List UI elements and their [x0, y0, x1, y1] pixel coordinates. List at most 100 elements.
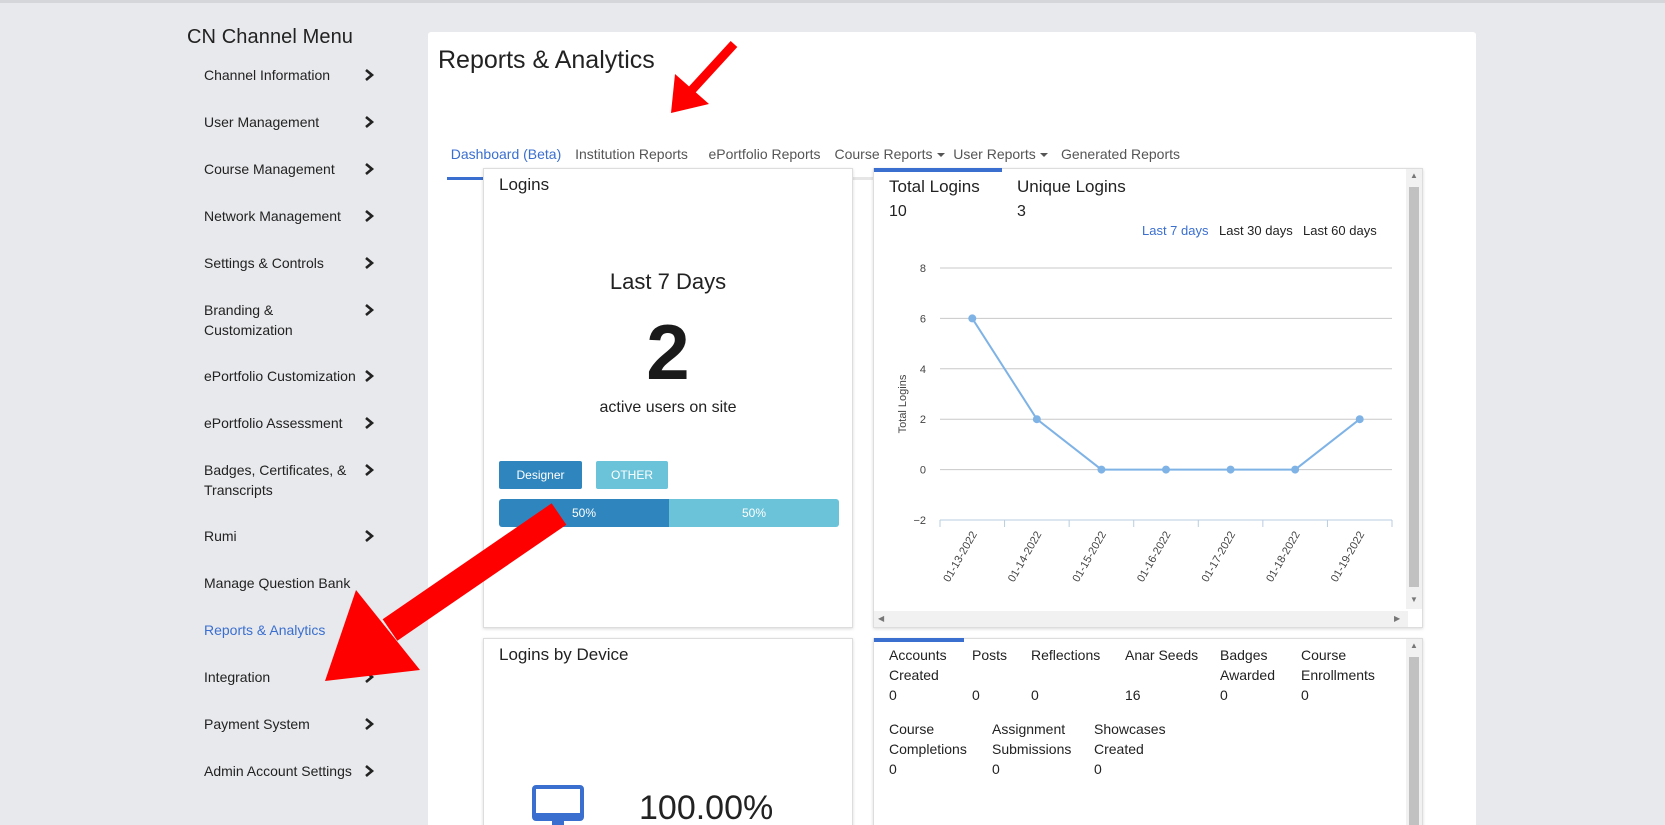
data-point	[968, 314, 977, 323]
tab-label: User Reports	[953, 146, 1036, 162]
stats-vertical-scrollbar[interactable]: ▲	[1406, 639, 1422, 825]
stat-label: Anar Seeds	[1125, 647, 1199, 663]
chevron-right-icon[interactable]	[363, 206, 375, 226]
active-metric-indicator	[874, 168, 1002, 172]
chevron-right-icon[interactable]	[363, 300, 375, 320]
monitor-icon	[532, 785, 584, 825]
stat-label-line2: Created	[889, 667, 939, 683]
scroll-right-icon[interactable]: ▶	[1394, 614, 1400, 623]
sidebar-item-course-management[interactable]: Course Management	[204, 159, 384, 179]
caret-down-icon	[1039, 153, 1048, 158]
sidebar-item-label: Branding &	[204, 302, 274, 318]
total-logins-line-chart: 8 6 4 2 0 −2 Total Logins 01-13-2022 01-14-2022 0…	[897, 263, 1393, 585]
channel-menu-title: CN Channel Menu	[187, 26, 354, 48]
stat-item[interactable]: Anar Seeds 16	[1125, 645, 1198, 705]
sidebar-item-integration[interactable]: Integration	[204, 667, 384, 687]
sidebar-item-channel-information[interactable]: Channel Information	[204, 65, 384, 85]
logins-card: Logins Last 7 Days 2 active users on sit…	[483, 168, 853, 628]
sidebar-item-payment-system[interactable]: Payment System	[204, 714, 384, 734]
stat-item[interactable]: Course Enrollments 0	[1301, 645, 1375, 705]
sidebar-item-reports-and-analytics[interactable]: Reports & Analytics	[204, 620, 384, 640]
sidebar-item-rumi[interactable]: Rumi	[204, 526, 384, 546]
sidebar-item-network-management[interactable]: Network Management	[204, 206, 384, 226]
stat-value: 0	[889, 687, 897, 703]
chevron-right-icon[interactable]	[363, 159, 375, 179]
sidebar-item-eportfolio-customization[interactable]: ePortfolio Customization	[204, 366, 384, 386]
chevron-right-icon[interactable]	[363, 413, 375, 433]
scrollbar-thumb[interactable]	[1409, 187, 1419, 587]
stat-value: 0	[1301, 687, 1309, 703]
scroll-left-icon[interactable]: ◀	[878, 614, 884, 623]
scroll-up-icon[interactable]: ▲	[1410, 641, 1418, 650]
chevron-right-icon[interactable]	[363, 253, 375, 273]
stat-label-line2: Awarded	[1220, 667, 1276, 683]
stat-item[interactable]: Assignment Submissions 0	[992, 719, 1071, 779]
stat-item[interactable]: Showcases Created 0	[1094, 719, 1166, 779]
sidebar-item-label: Reports & Analytics	[204, 622, 326, 638]
sidebar-item-label: Rumi	[204, 528, 237, 544]
total-logins-metric[interactable]: Total Logins 10	[889, 177, 980, 221]
unique-logins-metric[interactable]: Unique Logins 3	[1017, 177, 1126, 221]
x-tick-label: 01-18-2022	[1264, 530, 1303, 585]
range-last-30-days[interactable]: Last 30 days	[1219, 223, 1293, 238]
tab-label: ePortfolio Reports	[708, 146, 821, 162]
chevron-right-icon[interactable]	[363, 761, 375, 781]
role-progress-bar: 50% 50%	[499, 499, 839, 527]
chevron-right-icon[interactable]	[363, 714, 375, 734]
x-tick-label: 01-14-2022	[1006, 530, 1045, 585]
sidebar-item-label: Course Management	[204, 161, 335, 177]
tab-label: Dashboard (Beta)	[450, 146, 562, 162]
total-logins-value: 10	[889, 203, 907, 220]
stat-value: 0	[1031, 687, 1039, 703]
channel-menu: CN Channel Menu Channel Information User …	[187, 26, 397, 779]
y-tick-label: 6	[920, 313, 926, 325]
sidebar-item-manage-question-bank[interactable]: Manage Question Bank	[204, 573, 384, 593]
sidebar-item-admin-account-settings[interactable]: Admin Account Settings	[204, 761, 384, 781]
sidebar-item-badges-certificates-and-transcripts[interactable]: Badges, Certificates, & Transcripts	[204, 460, 384, 500]
chart-horizontal-scrollbar[interactable]: ◀ ▶	[874, 611, 1408, 627]
stat-value: 0	[992, 761, 1000, 777]
chart-vertical-scrollbar[interactable]: ▲ ▼	[1406, 169, 1422, 609]
chevron-right-icon[interactable]	[363, 667, 375, 687]
series-line	[971, 317, 1361, 471]
stat-item[interactable]: Course Completions 0	[889, 719, 967, 779]
range-last-7-days[interactable]: Last 7 days	[1142, 223, 1209, 238]
tab-label: Course Reports	[834, 146, 933, 162]
data-point	[1226, 465, 1235, 474]
tab-label: Institution Reports	[575, 146, 688, 162]
chevron-right-icon[interactable]	[363, 65, 375, 85]
role-segment-other: 50%	[669, 499, 839, 527]
sidebar-item-label: User Management	[204, 114, 320, 130]
chevron-right-icon[interactable]	[363, 526, 375, 546]
top-border	[0, 0, 1665, 3]
role-designer-button[interactable]: Designer	[499, 461, 582, 489]
stat-item[interactable]: Accounts Created 0	[889, 645, 947, 705]
range-last-60-days[interactable]: Last 60 days	[1303, 223, 1377, 238]
stat-item[interactable]: Posts 0	[972, 645, 1007, 705]
sidebar-item-eportfolio-assessment[interactable]: ePortfolio Assessment	[204, 413, 384, 433]
stat-value: 0	[1220, 687, 1228, 703]
stat-item[interactable]: Reflections 0	[1031, 645, 1100, 705]
total-logins-label: Total Logins	[889, 177, 980, 196]
sidebar-item-label: Settings & Controls	[204, 255, 324, 271]
y-tick-label: 4	[920, 364, 926, 376]
sidebar-item-user-management[interactable]: User Management	[204, 112, 384, 132]
chevron-right-icon[interactable]	[363, 112, 375, 132]
x-tick-label: 01-16-2022	[1135, 530, 1174, 585]
stat-label: Course	[1301, 647, 1347, 663]
sidebar-item-label: Payment System	[204, 716, 310, 732]
sidebar-item-settings-and-controls[interactable]: Settings & Controls	[204, 253, 384, 273]
sidebar-item-branding-and-customization[interactable]: Branding & Customization	[204, 300, 384, 340]
stat-value: 0	[1094, 761, 1102, 777]
sidebar-item-label: Badges, Certificates, &	[204, 462, 347, 478]
chevron-right-icon[interactable]	[363, 460, 375, 480]
scroll-down-icon[interactable]: ▼	[1410, 595, 1418, 604]
activity-stats-card: Accounts Created 0 Posts 0 Reflections 0 Anar S…	[873, 638, 1423, 825]
sidebar-item-label: Network Management	[204, 208, 341, 224]
stat-item[interactable]: Badges Awarded 0	[1220, 645, 1275, 705]
chevron-right-icon[interactable]	[363, 366, 375, 386]
role-other-button[interactable]: OTHER	[596, 461, 668, 489]
scroll-up-icon[interactable]: ▲	[1410, 171, 1418, 180]
scrollbar-thumb[interactable]	[1409, 657, 1419, 825]
sidebar-item-label-line2: Transcripts	[204, 482, 273, 498]
